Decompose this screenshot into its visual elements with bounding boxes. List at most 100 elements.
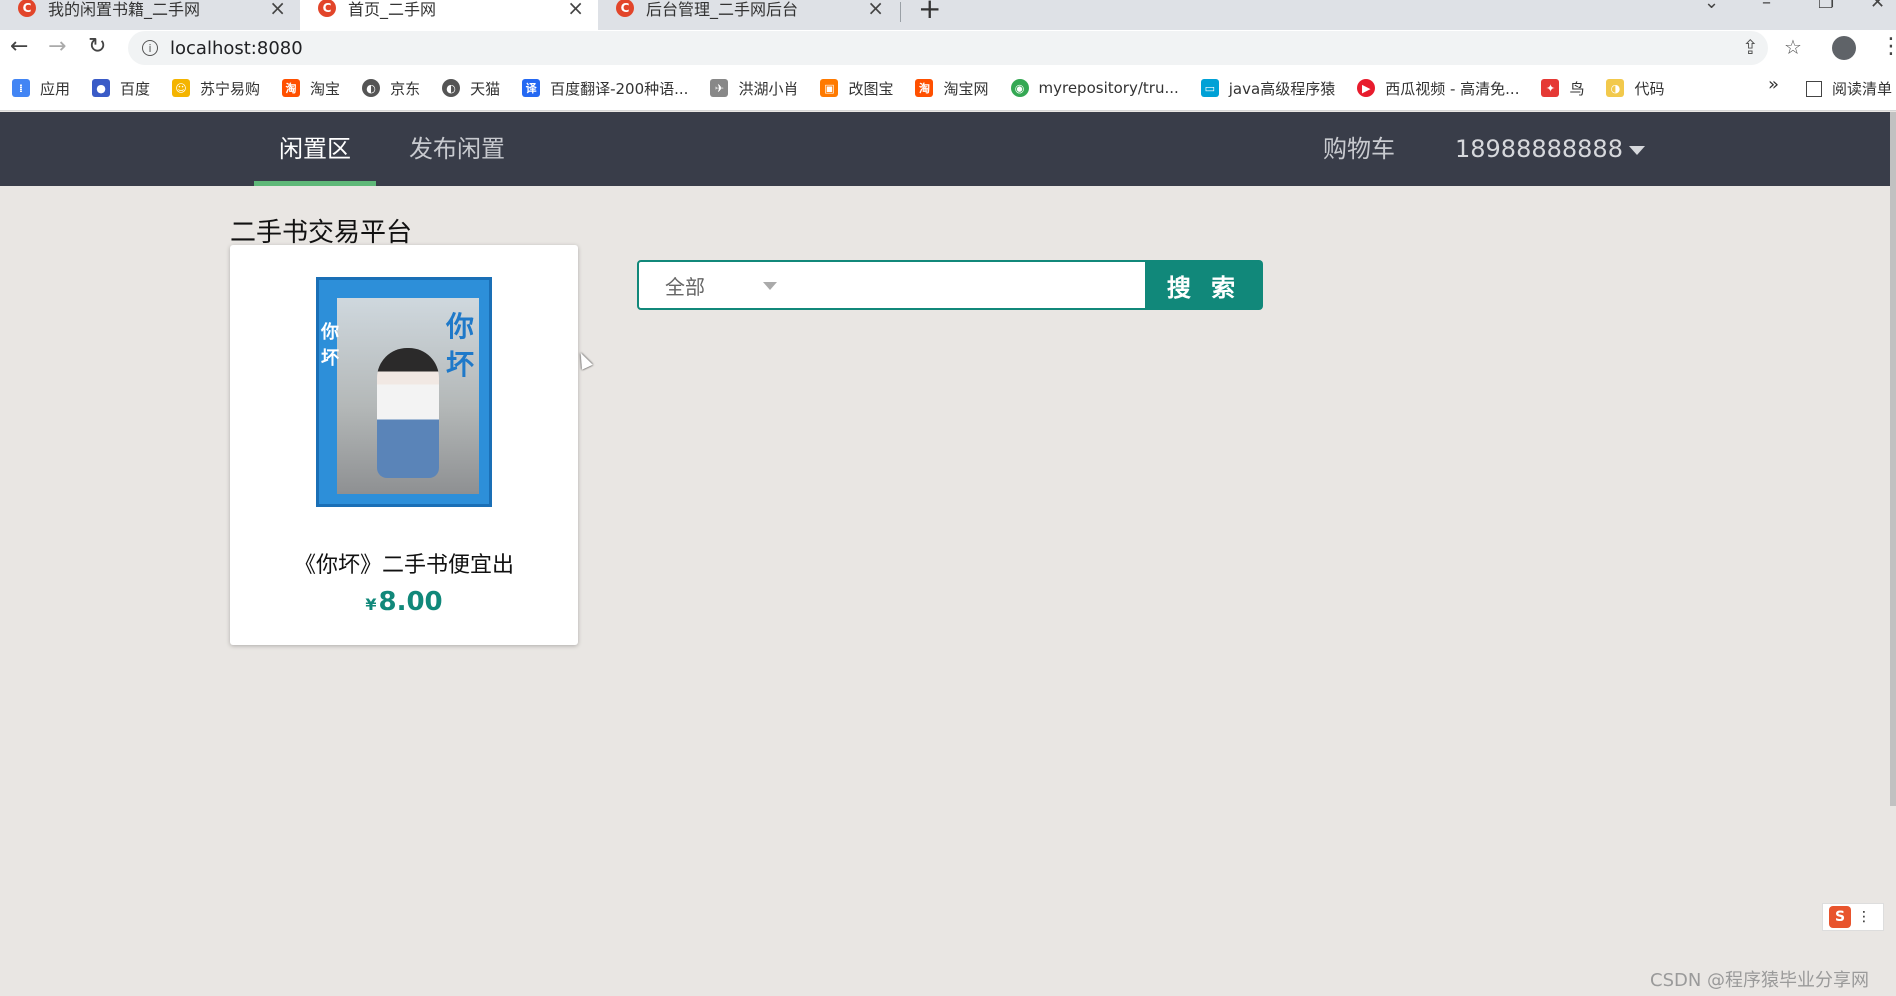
gaitubao-icon: ▣ — [820, 79, 839, 97]
globe-icon: ◐ — [362, 79, 381, 97]
globe-icon: ◐ — [442, 79, 461, 97]
bookmark-star-icon[interactable]: ☆ — [1784, 35, 1802, 59]
site-top-nav: 闲置区 发布闲置 购物车 18988888888 — [0, 112, 1890, 186]
caret-down-icon — [1628, 145, 1645, 155]
bookmark-label: 天猫 — [470, 79, 501, 98]
url-text[interactable]: localhost:8080 — [170, 38, 303, 59]
tab-strip: C 我的闲置书籍_二手网 × C 首页_二手网 × C 后台管理_二手网后台 ×… — [0, 0, 1896, 30]
bookmark-item[interactable]: ◐ 京东 — [362, 78, 420, 99]
omnibox[interactable]: i localhost:8080 — [128, 31, 1768, 65]
bookmark-item[interactable]: ▭ java高级程序猿 — [1200, 78, 1336, 99]
bookmark-item[interactable]: ◑ 代码 — [1606, 78, 1665, 99]
minimize-icon[interactable]: – — [1762, 0, 1771, 13]
cover-title: 你坏 — [445, 310, 474, 381]
dropdown-arrow-icon — [763, 282, 777, 290]
product-card[interactable]: 你坏 你坏 《你坏》二手书便宜出 ¥8.00 — [230, 245, 578, 645]
close-tab-icon[interactable]: × — [867, 0, 884, 20]
restore-icon[interactable]: ❐ — [1818, 0, 1834, 13]
baidu-translate-icon: 译 — [522, 79, 541, 97]
apps-grid-icon: ⁞ — [12, 79, 30, 97]
section-title: 二手书交易平台 — [230, 218, 413, 248]
xigua-video-icon: ▶ — [1357, 79, 1376, 97]
bookmark-item[interactable]: ◐ 天猫 — [442, 78, 500, 99]
tab-title: 后台管理_二手网后台 — [646, 0, 799, 19]
bookmark-label: java高级程序猿 — [1228, 79, 1336, 98]
profile-avatar-icon[interactable] — [1832, 36, 1856, 60]
nav-shopping-cart[interactable]: 购物车 — [1298, 112, 1420, 186]
bookmark-item[interactable]: ✈ 洪湖小肖 — [710, 78, 798, 99]
bookmark-label: 洪湖小肖 — [738, 79, 799, 98]
browser-tab-3[interactable]: C 后台管理_二手网后台 × — [598, 0, 898, 30]
nav-idle-area[interactable]: 闲置区 — [254, 112, 376, 186]
forward-icon[interactable]: → — [48, 34, 66, 59]
bookmark-label: 苏宁易购 — [200, 79, 261, 98]
address-bar-row: ← → ↻ i localhost:8080 ⇪ ☆ ⋮ — [0, 30, 1896, 66]
new-tab-icon[interactable]: + — [918, 0, 941, 25]
bookmark-label: 百度 — [120, 79, 151, 98]
user-menu[interactable]: 18988888888 — [1455, 112, 1645, 186]
bookmark-label: 百度翻译-200种语... — [550, 79, 689, 98]
browser-tab-1[interactable]: C 我的闲置书籍_二手网 × — [0, 0, 300, 30]
ime-menu-icon[interactable]: ⋮ — [1857, 909, 1871, 925]
user-phone: 18988888888 — [1455, 135, 1623, 163]
bookmarks-overflow-icon[interactable]: » — [1768, 74, 1779, 95]
bookmark-item[interactable]: ▶ 西瓜视频 - 高清免... — [1357, 78, 1519, 99]
bookmark-item[interactable]: ✦ 鸟 — [1541, 78, 1584, 99]
book-cover-image[interactable]: 你坏 你坏 — [316, 277, 492, 507]
tab-title: 首页_二手网 — [348, 0, 437, 19]
page-scrollbar[interactable] — [1890, 112, 1896, 806]
tab-search-icon[interactable]: ⌄ — [1704, 0, 1719, 13]
search-bar: 全部 搜 索 — [637, 260, 1263, 310]
bookmark-item[interactable]: ◉ myrepository/tru... — [1010, 79, 1179, 97]
cover-figure — [377, 348, 439, 478]
code-leaf-icon: ◑ — [1606, 79, 1625, 97]
tab-favicon-icon: C — [318, 0, 336, 17]
product-price: ¥8.00 — [230, 587, 578, 617]
taobao-icon: 淘 — [282, 79, 301, 97]
search-input[interactable] — [791, 264, 1081, 306]
bookmark-item[interactable]: 淘 淘宝 — [282, 78, 340, 99]
bookmark-label: 应用 — [40, 79, 71, 98]
tab-favicon-icon: C — [616, 0, 634, 17]
bookmark-label: 淘宝网 — [943, 79, 989, 98]
bookmark-label: myrepository/tru... — [1038, 79, 1179, 97]
ime-toolbar[interactable]: S ⋮ — [1822, 903, 1884, 931]
bookmark-label: 西瓜视频 - 高清免... — [1385, 79, 1520, 98]
suning-icon: ☺ — [172, 79, 191, 97]
close-window-icon[interactable]: ✕ — [1870, 0, 1885, 13]
tab-title: 我的闲置书籍_二手网 — [48, 0, 201, 19]
bookmarks-bar: ⁞ 应用 ● 百度 ☺ 苏宁易购 淘 淘宝 ◐ 京东 ◐ 天猫 译 百度翻译-2… — [0, 66, 1896, 111]
browser-menu-icon[interactable]: ⋮ — [1880, 34, 1896, 59]
price-value: 8.00 — [378, 587, 443, 617]
reading-list-button[interactable]: 阅读清单 — [1806, 78, 1892, 99]
bilibili-tv-icon: ▭ — [1200, 79, 1219, 97]
bookmark-label: 改图宝 — [848, 79, 894, 98]
product-title[interactable]: 《你坏》二手书便宜出 — [230, 547, 578, 579]
bookmark-label: 代码 — [1634, 79, 1665, 98]
chrome-icon: ◉ — [1010, 79, 1029, 97]
bookmark-item[interactable]: 译 百度翻译-200种语... — [522, 78, 688, 99]
taobao-icon: 淘 — [915, 79, 934, 97]
bookmark-item[interactable]: 淘 淘宝网 — [915, 78, 989, 99]
bookmark-item[interactable]: ⁞ 应用 — [12, 78, 70, 99]
category-select[interactable]: 全部 — [639, 262, 789, 308]
browser-tab-2[interactable]: C 首页_二手网 × — [300, 0, 598, 30]
reading-list-label: 阅读清单 — [1832, 80, 1893, 98]
reload-icon[interactable]: ↻ — [88, 34, 106, 59]
back-icon[interactable]: ← — [10, 34, 28, 59]
bookmark-label: 淘宝 — [310, 79, 341, 98]
close-tab-icon[interactable]: × — [269, 0, 286, 20]
bookmark-label: 鸟 — [1569, 79, 1585, 98]
bookmark-item[interactable]: ☺ 苏宁易购 — [172, 78, 260, 99]
category-selected-value: 全部 — [665, 274, 705, 299]
bookmark-item[interactable]: ▣ 改图宝 — [820, 78, 893, 99]
share-icon[interactable]: ⇪ — [1742, 35, 1759, 59]
nav-publish-idle[interactable]: 发布闲置 — [384, 112, 530, 186]
bird-logo-icon: ✦ — [1541, 79, 1560, 97]
watermark: CSDN @程序猿毕业分享网 — [1650, 970, 1870, 991]
bookmark-item[interactable]: ● 百度 — [92, 78, 150, 99]
site-info-icon[interactable]: i — [142, 40, 158, 56]
close-tab-icon[interactable]: × — [567, 0, 584, 20]
currency-symbol: ¥ — [365, 595, 377, 614]
search-button[interactable]: 搜 索 — [1145, 260, 1263, 310]
